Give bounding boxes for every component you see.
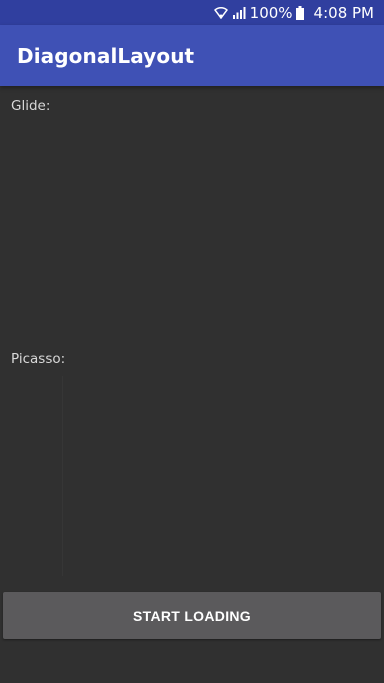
glide-image-area [0,121,384,346]
glide-label: Glide: [11,98,51,114]
battery-icon [295,5,304,20]
divider [62,376,63,576]
page-title: DiagonalLayout [17,43,195,68]
battery-percentage: 100% [249,3,293,22]
main-content: Glide: Picasso: START LOADING [0,86,384,683]
start-loading-button[interactable]: START LOADING [3,592,381,639]
picasso-image-area [0,376,384,576]
signal-icon [232,6,246,19]
picasso-label: Picasso: [11,351,66,367]
status-bar: 100% 4:08 PM [0,0,384,25]
app-bar: DiagonalLayout [0,25,384,86]
clock: 4:08 PM [313,3,374,22]
wifi-icon [213,6,228,19]
